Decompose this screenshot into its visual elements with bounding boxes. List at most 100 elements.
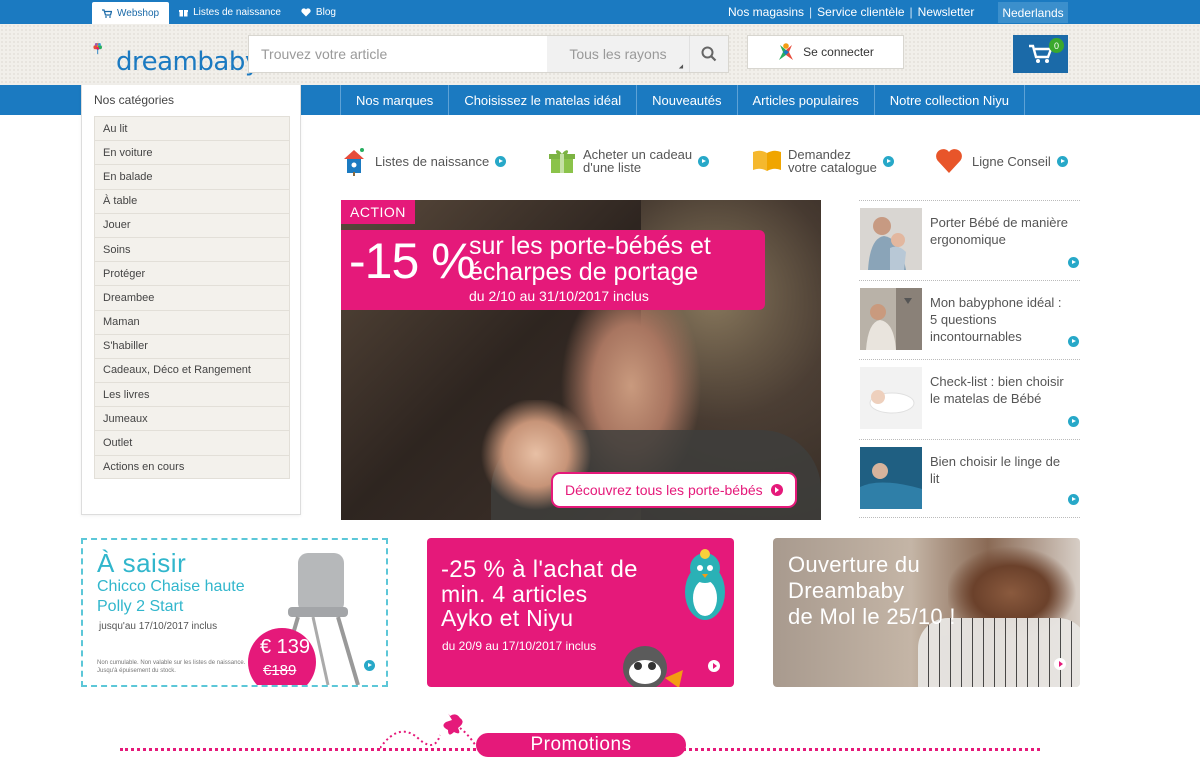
- promo2-line2: min. 4 articles: [441, 581, 588, 607]
- category-item[interactable]: Maman: [94, 309, 290, 334]
- language-switch[interactable]: Nederlands: [998, 2, 1068, 23]
- heart-icon: [301, 7, 311, 17]
- cart-count-badge: 0: [1049, 38, 1064, 53]
- category-item[interactable]: Les livres: [94, 382, 290, 407]
- quick-link-label: Ligne Conseil: [972, 153, 1051, 169]
- promo-ayko-niyu[interactable]: -25 % à l'achat de min. 4 articles Ayko …: [427, 538, 734, 687]
- category-item[interactable]: Cadeaux, Déco et Rangement: [94, 357, 290, 383]
- nav-mattress[interactable]: Choisissez le matelas idéal: [448, 85, 636, 115]
- article-item[interactable]: Mon babyphone idéal : 5 questions incont…: [859, 279, 1080, 360]
- user-star-icon: [779, 43, 794, 60]
- promo2-line3: Ayko et Niyu: [441, 605, 574, 631]
- top-tabs: Webshop Listes de naissance Blog: [92, 0, 346, 24]
- article-item[interactable]: Bien choisir le linge de lit: [859, 438, 1080, 518]
- action-tag: ACTION: [341, 200, 415, 224]
- price-new: € 139: [260, 636, 311, 658]
- play-arrow-icon: [1056, 155, 1068, 167]
- hero-promo-box: -15 % sur les porte-bébés et écharpes de…: [341, 230, 765, 310]
- gift-icon: [179, 9, 189, 17]
- tab-blog[interactable]: Blog: [291, 0, 346, 24]
- advice-articles: Porter Bébé de manière ergonomique Mon b…: [859, 200, 1080, 518]
- link-stores[interactable]: Nos magasins: [723, 5, 809, 19]
- play-arrow-icon: [364, 660, 375, 671]
- play-arrow-icon: [770, 484, 783, 496]
- promo1-until: jusqu'au 17/10/2017 inclus: [99, 621, 218, 632]
- nav-niyu[interactable]: Notre collection Niyu: [873, 85, 1025, 115]
- heart-icon: [936, 149, 962, 173]
- tab-webshop[interactable]: Webshop: [92, 2, 170, 24]
- article-item[interactable]: Check-list : bien choisir le matelas de …: [859, 359, 1080, 439]
- category-item[interactable]: En balade: [94, 164, 290, 189]
- category-item[interactable]: Soins: [94, 236, 290, 262]
- search-category-value: Tous les rayons: [569, 46, 667, 62]
- login-label: Se connecter: [803, 45, 874, 59]
- price-old: €189: [263, 662, 297, 679]
- article-thumbnail: [860, 367, 922, 429]
- utility-links: Nos magasins | Service clientèle | Newsl…: [723, 0, 979, 24]
- category-item[interactable]: Actions en cours: [94, 454, 290, 479]
- article-title: Check-list : bien choisir le matelas de …: [930, 374, 1064, 406]
- link-newsletter[interactable]: Newsletter: [913, 5, 980, 19]
- article-item[interactable]: Porter Bébé de manière ergonomique: [859, 200, 1080, 280]
- penguin-mascot-image: [685, 549, 725, 620]
- article-thumbnail: [860, 446, 922, 509]
- hero-banner[interactable]: ACTION -15 % sur les porte-bébés et écha…: [341, 200, 821, 520]
- category-item[interactable]: À table: [94, 188, 290, 213]
- play-arrow-icon: [1068, 256, 1079, 268]
- categories-list: Au lit En voiture En balade À table Joue…: [94, 116, 290, 479]
- promo-chicco[interactable]: À saisir Chicco Chaise haute Polly 2 Sta…: [81, 538, 388, 687]
- category-item[interactable]: Jumeaux: [94, 406, 290, 431]
- hero-headline-1: sur les porte-bébés et: [469, 232, 711, 260]
- search-button[interactable]: [689, 36, 728, 72]
- price-badge: € 139 €189: [248, 628, 316, 685]
- category-item[interactable]: Au lit: [94, 116, 290, 141]
- quick-link-gift[interactable]: Acheter un cadeau d'une liste: [549, 141, 710, 181]
- play-arrow-icon: [1068, 336, 1079, 347]
- tab-webshop-label: Webshop: [117, 7, 160, 19]
- promo1-note: Non cumulable. Non valable sur les liste…: [97, 660, 246, 674]
- tab-blog-label: Blog: [315, 6, 336, 18]
- quick-link-advice[interactable]: Ligne Conseil: [935, 141, 1068, 181]
- category-item[interactable]: S'habiller: [94, 333, 290, 358]
- quick-link-label: Listes de naissance: [375, 153, 490, 169]
- category-item[interactable]: Outlet: [94, 430, 290, 455]
- promo1-product-2: Polly 2 Start: [97, 598, 184, 615]
- play-arrow-icon: [708, 660, 720, 672]
- play-arrow-icon: [882, 155, 894, 167]
- search-icon: [701, 46, 717, 62]
- categories-title: Nos catégories: [94, 93, 175, 107]
- quick-link-line2: votre catalogue: [788, 160, 877, 175]
- nav-new[interactable]: Nouveautés: [636, 85, 736, 115]
- category-item[interactable]: En voiture: [94, 140, 290, 165]
- category-item[interactable]: Protéger: [94, 261, 290, 286]
- hero-discount: -15 %: [349, 233, 476, 289]
- cart-button[interactable]: 0: [1013, 35, 1068, 73]
- raccoon-mascot-image: [623, 646, 683, 687]
- quick-link-birth-list[interactable]: Listes de naissance: [341, 141, 507, 181]
- promo-store-opening[interactable]: Ouverture du Dreambaby de Mol le 25/10 !: [773, 538, 1080, 687]
- category-item[interactable]: Dreambee: [94, 285, 290, 310]
- hero-cta-label: Découvrez tous les porte-bébés: [565, 482, 763, 498]
- category-item[interactable]: Jouer: [94, 212, 290, 237]
- logo-text[interactable]: dreambaby: [116, 47, 260, 77]
- search-category-select[interactable]: Tous les rayons: [547, 36, 689, 72]
- top-bar: Webshop Listes de naissance Blog Nos mag…: [0, 0, 1200, 24]
- quick-link-label: Acheter un cadeau d'une liste: [583, 148, 692, 174]
- hero-dates: du 2/10 au 31/10/2017 inclus: [469, 288, 649, 304]
- nav-popular[interactable]: Articles populaires: [736, 85, 874, 115]
- categories-panel: Nos catégories Au lit En voiture En bala…: [81, 85, 301, 515]
- login-button[interactable]: Se connecter: [747, 35, 904, 69]
- quick-link-line2: d'une liste: [583, 160, 642, 175]
- nav-brands[interactable]: Nos marques: [340, 85, 448, 115]
- birdhouse-icon: [344, 148, 364, 176]
- hero-cta-button[interactable]: Découvrez tous les porte-bébés: [551, 472, 797, 508]
- dropdown-corner-icon: [678, 64, 686, 71]
- search-input[interactable]: [249, 36, 547, 72]
- link-customer-service[interactable]: Service clientèle: [812, 5, 909, 19]
- promo3-line3: de Mol le 25/10 !: [788, 604, 956, 629]
- cart-icon: [102, 8, 112, 18]
- play-arrow-icon: [1054, 658, 1066, 670]
- quick-link-catalog[interactable]: Demandez votre catalogue: [752, 141, 894, 181]
- play-arrow-icon: [1068, 415, 1079, 427]
- tab-birth-lists[interactable]: Listes de naissance: [169, 0, 291, 24]
